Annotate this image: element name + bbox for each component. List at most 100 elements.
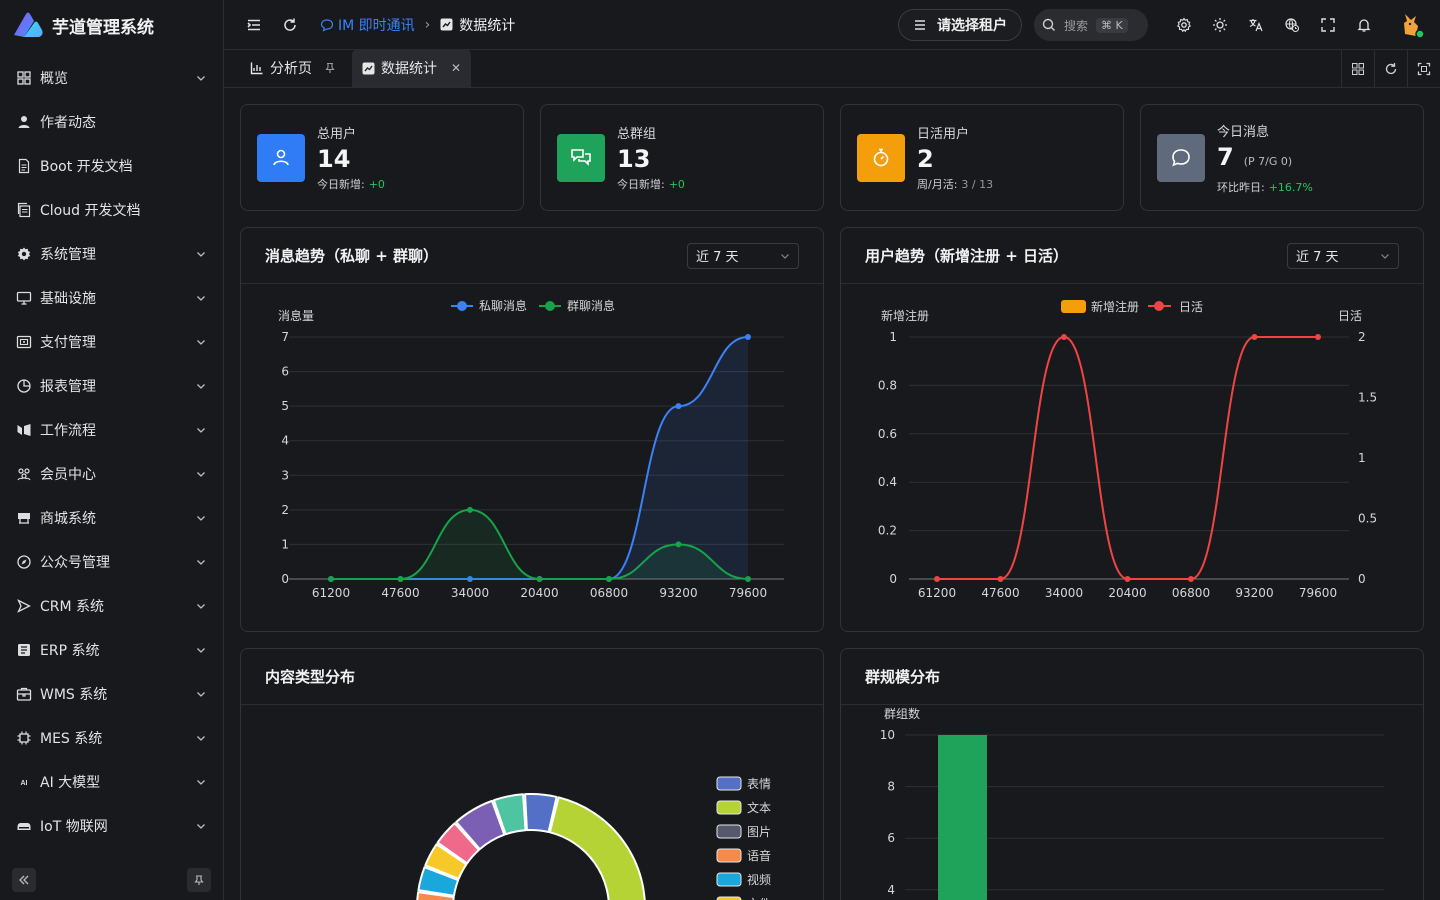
top-header: IM 即时通讯 › 数据统计 请选择租户 搜索 ⌘ K <box>224 0 1440 50</box>
stat-sub: 环比昨日: +16.7% <box>1217 179 1313 195</box>
sidebar-menu: 概览 作者动态 Boot 开发文档 Cloud 开发文档系统管理 基础设施 支付管理 报表管… <box>0 50 223 848</box>
data-point <box>675 403 682 410</box>
grid-icon <box>1352 63 1364 75</box>
sidebar-item-16[interactable]: AI AI 大模型 <box>0 760 223 804</box>
group-size-chart: 10 8 6 4 群组数 <box>880 706 1384 900</box>
sidebar-item-label: Cloud 开发文档 <box>40 203 141 219</box>
sidebar-item-0[interactable]: 概览 <box>0 56 223 100</box>
message-trend-panel: 消息趋势（私聊 + 群聊） 近 7 天 0 1 2 3 4 5 6 7 61200 47600 34… <box>240 227 824 632</box>
tab-analysis[interactable]: 分析页 <box>240 49 346 87</box>
sidebar-item-3[interactable]: Cloud 开发文档 <box>0 188 223 232</box>
chat-bubbles-icon <box>571 148 591 166</box>
sidebar-item-label: AI 大模型 <box>40 775 101 791</box>
stat-extra: (P 7/G 0) <box>1243 154 1293 168</box>
pin-icon[interactable] <box>324 62 336 74</box>
workflow-icon <box>17 424 31 436</box>
chevron-down-icon <box>197 824 205 829</box>
breadcrumb-separator: › <box>424 16 431 33</box>
legend-label: 视频 <box>747 872 771 887</box>
y-tick-label: 0.6 <box>878 427 897 441</box>
sidebar-item-13[interactable]: ERP 系统 <box>0 628 223 672</box>
legend-marker <box>1154 301 1164 311</box>
legend-marker <box>545 301 555 311</box>
tab-tools <box>1341 50 1440 88</box>
gear-icon <box>1177 17 1191 33</box>
tab-grid-button[interactable] <box>1341 50 1374 88</box>
y-tick-label: 0.8 <box>878 378 897 392</box>
chevron-down-icon <box>197 472 205 477</box>
y-tick-label: 10 <box>880 728 895 742</box>
sidebar-item-label: 公众号管理 <box>40 555 110 571</box>
legend-marker <box>457 301 467 311</box>
sidebar-item-label: WMS 系统 <box>40 687 108 703</box>
sidebar-item-11[interactable]: 公众号管理 <box>0 540 223 584</box>
sidebar-item-2[interactable]: Boot 开发文档 <box>0 144 223 188</box>
theme-toggle-button[interactable] <box>1206 11 1234 39</box>
notifications-button[interactable] <box>1350 11 1378 39</box>
stat-sub-value: 3 / 13 <box>961 178 994 191</box>
sidebar-item-17[interactable]: IoT 物联网 <box>0 804 223 848</box>
sidebar-item-14[interactable]: WMS 系统 <box>0 672 223 716</box>
sidebar-item-1[interactable]: 作者动态 <box>0 100 223 144</box>
stat-sub: 周/月活: 3 / 13 <box>917 176 993 192</box>
timezone-button[interactable] <box>1278 11 1306 39</box>
sidebar-item-6[interactable]: 支付管理 <box>0 320 223 364</box>
sidebar-item-label: CRM 系统 <box>40 599 105 615</box>
tab-maximize-button[interactable] <box>1407 50 1440 88</box>
app-logo[interactable]: 芋道管理系统 <box>0 0 223 50</box>
panel-header: 用户趋势（新增注册 + 日活） 近 7 天 <box>841 228 1423 284</box>
sidebar-item-10[interactable]: 商城系统 <box>0 496 223 540</box>
x-tick-label: 61200 <box>312 586 350 600</box>
sidebar-item-5[interactable]: 基础设施 <box>0 276 223 320</box>
chevron-down-icon <box>781 253 789 259</box>
stat-icon-box <box>1157 133 1205 182</box>
collapse-sidebar-button[interactable] <box>12 868 36 892</box>
y-tick-label: 6 <box>281 365 289 379</box>
menu-toggle-button[interactable] <box>240 11 268 39</box>
settings-button[interactable] <box>1170 11 1198 39</box>
y-tick-label: 0 <box>889 572 897 586</box>
breadcrumb: IM 即时通讯 › 数据统计 <box>320 15 515 35</box>
svg-text:AI: AI <box>21 780 28 787</box>
fullscreen-button[interactable] <box>1314 11 1342 39</box>
stat-sub-value: +0 <box>368 178 385 191</box>
user-avatar[interactable] <box>1396 10 1426 40</box>
tab-data-statistics[interactable]: 数据统计 ✕ <box>352 49 472 87</box>
global-search[interactable]: 搜索 ⌘ K <box>1034 9 1148 41</box>
range-select-value: 近 7 天 <box>1296 250 1339 265</box>
y-axis-label: 新增注册 <box>881 308 929 323</box>
y2-tick-label: 0.5 <box>1358 512 1377 526</box>
refresh-button[interactable] <box>276 11 304 39</box>
sidebar-item-15[interactable]: MES 系统 <box>0 716 223 760</box>
sidebar-item-8[interactable]: 工作流程 <box>0 408 223 452</box>
stat-card: 总用户 14 今日新增: +0 <box>240 104 524 211</box>
sidebar-item-7[interactable]: 报表管理 <box>0 364 223 408</box>
data-point <box>536 576 543 582</box>
legend-label: 文件 <box>747 896 771 900</box>
series-area <box>331 337 748 579</box>
y-tick-label: 8 <box>887 780 895 794</box>
legend-marker <box>716 848 742 863</box>
close-tab-icon[interactable]: ✕ <box>451 61 461 75</box>
range-select[interactable]: 近 7 天 <box>687 242 799 269</box>
sidebar-item-12[interactable]: CRM 系统 <box>0 584 223 628</box>
data-point <box>1188 576 1194 582</box>
search-icon <box>1042 18 1055 31</box>
stat-icon-box <box>557 133 605 182</box>
chevron-down-icon <box>197 76 205 81</box>
chevron-down-icon <box>197 340 205 345</box>
breadcrumb-parent[interactable]: IM 即时通讯 <box>320 15 415 35</box>
range-select[interactable]: 近 7 天 <box>1287 242 1399 269</box>
panel-title: 内容类型分布 <box>265 668 356 686</box>
chip-icon <box>17 731 31 745</box>
content-type-panel: 内容类型分布 表情文本图片语音视频文件 <box>240 648 824 900</box>
chevron-down-icon <box>1381 253 1389 259</box>
tenant-selector[interactable]: 请选择租户 <box>898 9 1022 41</box>
sidebar-item-9[interactable]: 会员中心 <box>0 452 223 496</box>
pin-sidebar-button[interactable] <box>187 868 211 892</box>
sidebar-item-4[interactable]: 系统管理 <box>0 232 223 276</box>
language-button[interactable] <box>1242 11 1270 39</box>
data-point <box>675 541 682 548</box>
y-tick-label: 1 <box>281 537 289 551</box>
tab-refresh-button[interactable] <box>1374 50 1407 88</box>
